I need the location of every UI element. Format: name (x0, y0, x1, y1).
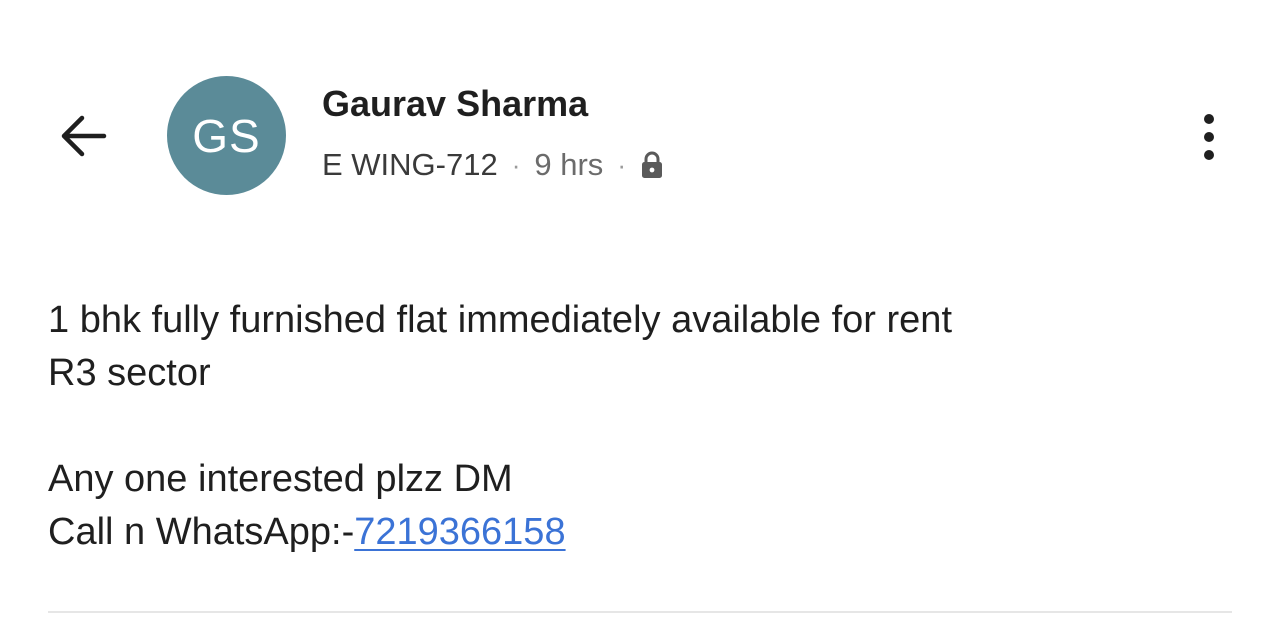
divider (48, 611, 1232, 613)
contact-prefix: Call n WhatsApp:- (48, 511, 355, 553)
back-button[interactable] (50, 108, 114, 164)
more-vertical-icon-dot (1204, 132, 1214, 142)
arrow-left-icon (61, 115, 107, 157)
post-meta: E WING-712 · 9 hrs · (322, 144, 664, 186)
post-time: 9 hrs (534, 147, 604, 182)
avatar-initials: GS (192, 109, 261, 162)
post-contact-line: Call n WhatsApp:-7219366158 (48, 506, 1238, 559)
author-location: E WING-712 (322, 147, 498, 182)
avatar[interactable]: GS (167, 76, 286, 195)
author-name[interactable]: Gaurav Sharma (322, 82, 588, 126)
more-vertical-icon (1204, 114, 1214, 124)
more-options-button[interactable] (1186, 104, 1232, 170)
post-line: R3 sector (48, 352, 211, 394)
post-line: Any one interested plzz DM (48, 458, 513, 500)
lock-icon (640, 151, 664, 179)
post-body: 1 bhk fully furnished flat immediately a… (48, 294, 1238, 559)
post-spacer (48, 400, 1238, 453)
post-line: 1 bhk fully furnished flat immediately a… (48, 299, 953, 341)
meta-separator: · (617, 149, 626, 180)
meta-separator: · (511, 149, 521, 180)
more-vertical-icon-dot (1204, 150, 1214, 160)
phone-link[interactable]: 7219366158 (354, 511, 565, 553)
